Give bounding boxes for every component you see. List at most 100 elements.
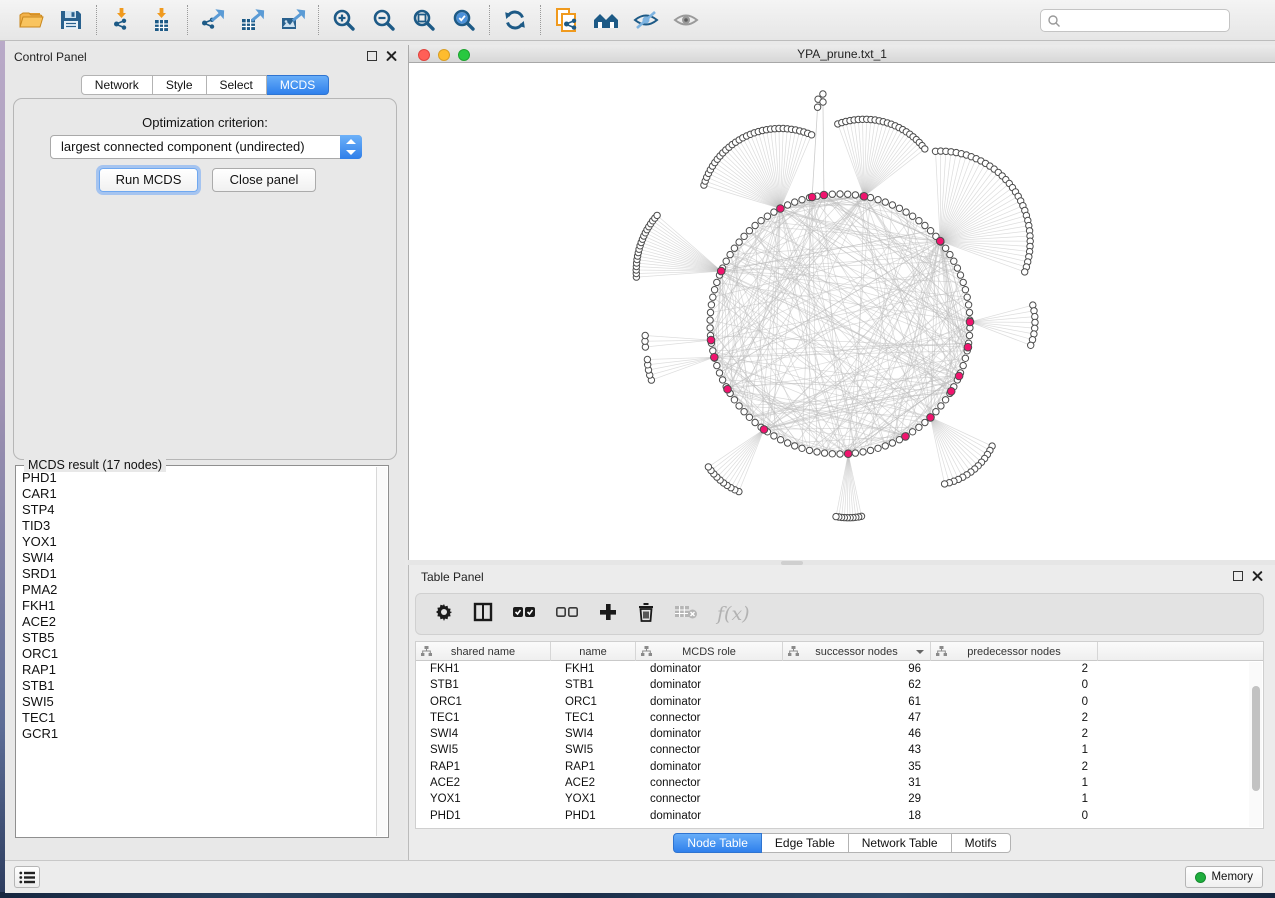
- splitter-handle[interactable]: [781, 561, 803, 565]
- import-table-button[interactable]: [146, 5, 178, 35]
- table-cell[interactable]: RAP1: [416, 759, 551, 775]
- table-cell[interactable]: STB1: [416, 677, 551, 693]
- mcds-result-item[interactable]: CAR1: [16, 486, 376, 502]
- network-graph[interactable]: [409, 63, 1275, 560]
- tab-node-table[interactable]: Node Table: [673, 833, 762, 853]
- table-cell[interactable]: SWI4: [416, 726, 551, 742]
- mcds-result-item[interactable]: PMA2: [16, 582, 376, 598]
- table-cell[interactable]: TEC1: [416, 710, 551, 726]
- node-table[interactable]: shared namenameMCDS rolesuccessor nodesp…: [415, 641, 1264, 829]
- table-row[interactable]: RAP1RAP1dominator352: [416, 759, 1249, 775]
- zoom-out-button[interactable]: [368, 5, 400, 35]
- table-cell[interactable]: PHD1: [551, 808, 636, 824]
- table-cell[interactable]: FKH1: [416, 661, 551, 677]
- mcds-result-item[interactable]: ORC1: [16, 646, 376, 662]
- column-header-name[interactable]: name: [551, 642, 636, 661]
- float-icon[interactable]: [1233, 571, 1243, 581]
- show-panels-button[interactable]: [14, 866, 40, 888]
- mcds-result-item[interactable]: TEC1: [16, 710, 376, 726]
- table-scrollbar-thumb[interactable]: [1252, 686, 1260, 791]
- tab-edge-table[interactable]: Edge Table: [762, 833, 849, 853]
- mcds-result-item[interactable]: SWI5: [16, 694, 376, 710]
- export-table-button[interactable]: [237, 5, 269, 35]
- table-cell[interactable]: 43: [783, 742, 931, 758]
- table-cell[interactable]: dominator: [636, 726, 783, 742]
- table-cell[interactable]: 1: [931, 742, 1098, 758]
- table-cell[interactable]: SWI4: [551, 726, 636, 742]
- split-panel-button[interactable]: [473, 602, 493, 627]
- network-window-titlebar[interactable]: YPA_prune.txt_1: [409, 45, 1275, 63]
- table-cell[interactable]: 2: [931, 710, 1098, 726]
- table-cell[interactable]: RAP1: [551, 759, 636, 775]
- table-row[interactable]: PHD1PHD1dominator180: [416, 808, 1249, 824]
- table-row[interactable]: FKH1FKH1dominator962: [416, 661, 1249, 677]
- refresh-button[interactable]: [499, 5, 531, 35]
- tab-motifs[interactable]: Motifs: [952, 833, 1011, 853]
- column-header-MCDS-role[interactable]: MCDS role: [636, 642, 783, 661]
- table-row[interactable]: TEC1TEC1connector472: [416, 710, 1249, 726]
- tab-network[interactable]: Network: [81, 75, 153, 95]
- tab-network-table[interactable]: Network Table: [849, 833, 952, 853]
- table-cell[interactable]: YOX1: [551, 791, 636, 807]
- table-cell[interactable]: 31: [783, 775, 931, 791]
- import-network-button[interactable]: [106, 5, 138, 35]
- hide-selected-button[interactable]: [630, 5, 662, 35]
- memory-button[interactable]: Memory: [1185, 866, 1263, 888]
- export-image-button[interactable]: [277, 5, 309, 35]
- mcds-result-item[interactable]: STP4: [16, 502, 376, 518]
- criterion-select[interactable]: largest connected component (undirected): [50, 135, 362, 159]
- close-icon[interactable]: [1252, 570, 1263, 581]
- table-cell[interactable]: ACE2: [551, 775, 636, 791]
- table-row[interactable]: SWI4SWI4dominator462: [416, 726, 1249, 742]
- table-cell[interactable]: TEC1: [551, 710, 636, 726]
- show-all-button[interactable]: [670, 5, 702, 35]
- zoom-selected-button[interactable]: [448, 5, 480, 35]
- zoom-in-button[interactable]: [328, 5, 360, 35]
- column-header-predecessor-nodes[interactable]: predecessor nodes: [931, 642, 1098, 661]
- column-header-shared-name[interactable]: shared name: [416, 642, 551, 661]
- deselect-all-button[interactable]: [555, 604, 579, 625]
- table-row[interactable]: YOX1YOX1connector291: [416, 791, 1249, 807]
- table-cell[interactable]: ACE2: [416, 775, 551, 791]
- mcds-result-item[interactable]: YOX1: [16, 534, 376, 550]
- network-canvas[interactable]: [409, 63, 1275, 560]
- run-mcds-button[interactable]: Run MCDS: [99, 168, 198, 192]
- open-folder-button[interactable]: [15, 5, 47, 35]
- table-cell[interactable]: ORC1: [416, 694, 551, 710]
- mcds-result-item[interactable]: SWI4: [16, 550, 376, 566]
- table-cell[interactable]: 47: [783, 710, 931, 726]
- table-cell[interactable]: 96: [783, 661, 931, 677]
- table-row[interactable]: ACE2ACE2connector311: [416, 775, 1249, 791]
- add-column-button[interactable]: [598, 602, 618, 627]
- settings-gear-button[interactable]: [434, 602, 454, 627]
- table-cell[interactable]: STB1: [551, 677, 636, 693]
- close-icon[interactable]: [386, 50, 397, 61]
- table-cell[interactable]: SWI5: [416, 742, 551, 758]
- tab-mcds[interactable]: MCDS: [267, 75, 329, 95]
- table-cell[interactable]: 2: [931, 661, 1098, 677]
- table-row[interactable]: STB1STB1dominator620: [416, 677, 1249, 693]
- table-cell[interactable]: dominator: [636, 661, 783, 677]
- table-body[interactable]: FKH1FKH1dominator962STB1STB1dominator620…: [416, 661, 1249, 828]
- export-network-button[interactable]: [197, 5, 229, 35]
- table-header-row[interactable]: shared namenameMCDS rolesuccessor nodesp…: [416, 642, 1263, 661]
- close-panel-button[interactable]: Close panel: [212, 168, 316, 192]
- copy-network-button[interactable]: [550, 5, 582, 35]
- table-cell[interactable]: 62: [783, 677, 931, 693]
- table-cell[interactable]: 1: [931, 791, 1098, 807]
- mcds-list-scrollbar[interactable]: [376, 467, 387, 836]
- mcds-result-item[interactable]: SRD1: [16, 566, 376, 582]
- mcds-result-item[interactable]: ACE2: [16, 614, 376, 630]
- table-cell[interactable]: 0: [931, 808, 1098, 824]
- table-cell[interactable]: connector: [636, 791, 783, 807]
- mcds-result-item[interactable]: PHD1: [16, 470, 376, 486]
- table-cell[interactable]: 2: [931, 759, 1098, 775]
- table-cell[interactable]: 0: [931, 694, 1098, 710]
- table-cell[interactable]: FKH1: [551, 661, 636, 677]
- table-cell[interactable]: connector: [636, 775, 783, 791]
- zoom-fit-button[interactable]: [408, 5, 440, 35]
- table-row[interactable]: SWI5SWI5connector431: [416, 742, 1249, 758]
- table-cell[interactable]: 0: [931, 677, 1098, 693]
- mcds-result-list[interactable]: PHD1CAR1STP4TID3YOX1SWI4SRD1PMA2FKH1ACE2…: [16, 470, 376, 835]
- table-cell[interactable]: 29: [783, 791, 931, 807]
